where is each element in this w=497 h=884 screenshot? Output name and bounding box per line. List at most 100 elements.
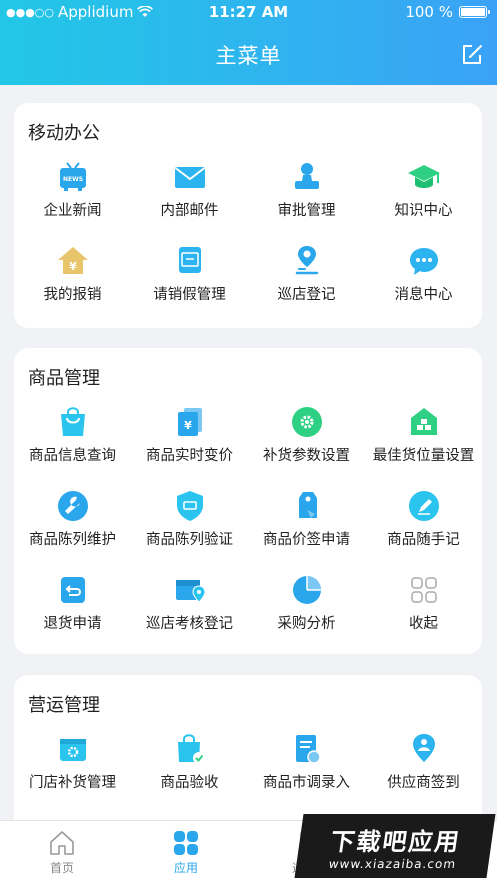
app-header: ●●●○○ Applidium 11:27 AM 100 % 主菜单 bbox=[0, 0, 497, 85]
app-label: 审批管理 bbox=[277, 203, 336, 219]
app-label: 巡店考核登记 bbox=[146, 616, 233, 632]
app-label: 采购分析 bbox=[277, 616, 336, 632]
app-collapse[interactable]: 收起 bbox=[365, 566, 482, 650]
section-operations-management: 营运管理 门店补货管理 商品验收 商品市调录入 供应商签到 bbox=[14, 675, 482, 835]
tab-apps[interactable]: 应用 bbox=[124, 821, 248, 876]
battery-icon bbox=[459, 6, 490, 18]
section-title: 商品管理 bbox=[28, 368, 100, 389]
app-store-patrol[interactable]: 巡店登记 bbox=[248, 237, 365, 321]
return-box-icon bbox=[60, 577, 85, 603]
watermark-sub: www.xiazaiba.com bbox=[327, 856, 458, 871]
app-display-verify[interactable]: 商品陈列验证 bbox=[131, 482, 248, 566]
app-restock-params[interactable]: 补货参数设置 bbox=[248, 398, 365, 482]
chat-bubble-icon bbox=[409, 248, 438, 275]
app-label: 消息中心 bbox=[394, 287, 453, 303]
app-label: 商品陈列验证 bbox=[146, 532, 233, 548]
section-title: 移动办公 bbox=[28, 123, 100, 144]
pie-chart-icon bbox=[292, 576, 321, 604]
app-approval[interactable]: 审批管理 bbox=[248, 153, 365, 237]
wrench-icon bbox=[57, 491, 88, 521]
news-tv-icon: NEWS bbox=[59, 162, 86, 191]
watermark-logo: 下载吧应用 www.xiazaiba.com bbox=[294, 814, 496, 878]
grid-collapse-icon bbox=[410, 577, 437, 603]
edit-icon[interactable] bbox=[461, 44, 483, 66]
mail-icon bbox=[174, 167, 205, 188]
app-display-maintenance[interactable]: 商品陈列维护 bbox=[14, 482, 131, 566]
app-price-tag-apply[interactable]: 商品价签申请 bbox=[248, 482, 365, 566]
app-market-survey[interactable]: 商品市调录入 bbox=[248, 725, 365, 809]
app-label: 商品验收 bbox=[160, 775, 219, 791]
app-supplier-checkin[interactable]: 供应商签到 bbox=[365, 725, 482, 809]
app-knowledge-center[interactable]: 知识中心 bbox=[365, 153, 482, 237]
app-label: 门店补货管理 bbox=[29, 775, 116, 791]
tab-home[interactable]: 首页 bbox=[0, 821, 124, 876]
app-label: 请销假管理 bbox=[153, 287, 226, 303]
app-leave-management[interactable]: 请销假管理 bbox=[131, 237, 248, 321]
shopping-bag-icon bbox=[60, 407, 85, 436]
app-label: 商品市调录入 bbox=[263, 775, 350, 791]
app-store-restock[interactable]: 门店补货管理 bbox=[14, 725, 131, 809]
leave-badge-icon bbox=[178, 247, 201, 273]
price-cards-icon: ¥ bbox=[177, 408, 202, 436]
watermark-main: 下载吧应用 bbox=[328, 827, 463, 856]
app-label: 收起 bbox=[409, 616, 438, 632]
gear-circle-icon bbox=[291, 407, 322, 437]
app-label: 知识中心 bbox=[394, 203, 453, 219]
app-grid: 门店补货管理 商品验收 商品市调录入 供应商签到 bbox=[14, 725, 482, 809]
app-goods-realtime-price[interactable]: ¥ 商品实时变价 bbox=[131, 398, 248, 482]
graduation-cap-icon bbox=[407, 165, 440, 188]
battery-percent: 100 % bbox=[405, 3, 453, 21]
app-label: 退货申请 bbox=[43, 616, 102, 632]
app-grid: 商品信息查询 ¥ 商品实时变价 补货参数设置 最佳货位量设置 商品陈列维护 商品… bbox=[14, 398, 482, 650]
app-label: 补货参数设置 bbox=[263, 448, 350, 464]
app-label: 商品价签申请 bbox=[263, 532, 350, 548]
warehouse-icon bbox=[410, 408, 437, 435]
app-return-apply[interactable]: 退货申请 bbox=[14, 566, 131, 650]
section-title: 营运管理 bbox=[28, 695, 100, 716]
app-label: 商品陈列维护 bbox=[29, 532, 116, 548]
svg-text:NEWS: NEWS bbox=[62, 176, 82, 183]
app-goods-acceptance[interactable]: 商品验收 bbox=[131, 725, 248, 809]
apps-icon bbox=[174, 831, 198, 855]
verify-shield-icon bbox=[176, 491, 203, 521]
app-message-center[interactable]: 消息中心 bbox=[365, 237, 482, 321]
battery-fill bbox=[461, 8, 485, 16]
app-best-location-qty[interactable]: 最佳货位量设置 bbox=[365, 398, 482, 482]
survey-doc-icon bbox=[295, 735, 321, 764]
supplier-pin-icon bbox=[412, 734, 435, 762]
app-label: 商品实时变价 bbox=[146, 448, 233, 464]
app-procurement-analysis[interactable]: 采购分析 bbox=[248, 566, 365, 650]
app-label: 我的报销 bbox=[43, 287, 102, 303]
app-my-reimbursement[interactable]: ¥ 我的报销 bbox=[14, 237, 131, 321]
app-store-assessment[interactable]: 巡店考核登记 bbox=[131, 566, 248, 650]
pen-note-icon bbox=[408, 491, 439, 521]
bag-check-icon bbox=[177, 734, 205, 764]
store-location-icon bbox=[175, 580, 206, 603]
app-label: 企业新闻 bbox=[43, 203, 102, 219]
app-label: 供应商签到 bbox=[387, 775, 460, 791]
svg-text:¥: ¥ bbox=[69, 260, 77, 273]
tab-label: 应用 bbox=[173, 861, 198, 875]
app-label: 最佳货位量设置 bbox=[372, 448, 475, 464]
status-bar: ●●●○○ Applidium 11:27 AM 100 % bbox=[0, 0, 497, 24]
app-enterprise-news[interactable]: NEWS 企业新闻 bbox=[14, 153, 131, 237]
home-icon bbox=[50, 831, 74, 855]
approval-stamp-icon bbox=[294, 163, 319, 189]
app-label: 商品信息查询 bbox=[29, 448, 116, 464]
page-title: 主菜单 bbox=[215, 44, 282, 68]
app-goods-info-query[interactable]: 商品信息查询 bbox=[14, 398, 131, 482]
section-mobile-office: 移动办公 NEWS 企业新闻 内部邮件 审批管理 知识中心 ¥ 我的报销 请销假… bbox=[14, 103, 482, 328]
reimbursement-house-yen-icon: ¥ bbox=[57, 247, 88, 274]
app-goods-notes[interactable]: 商品随手记 bbox=[365, 482, 482, 566]
restock-box-icon bbox=[59, 739, 86, 761]
location-pin-icon bbox=[295, 246, 318, 275]
svg-text:¥: ¥ bbox=[184, 419, 192, 432]
tab-label: 首页 bbox=[49, 861, 74, 875]
price-tag-icon bbox=[298, 492, 317, 518]
app-label: 巡店登记 bbox=[277, 287, 336, 303]
app-grid: NEWS 企业新闻 内部邮件 审批管理 知识中心 ¥ 我的报销 请销假管理 巡店… bbox=[14, 153, 482, 321]
app-label: 内部邮件 bbox=[160, 203, 219, 219]
app-label: 商品随手记 bbox=[387, 532, 460, 548]
app-internal-mail[interactable]: 内部邮件 bbox=[131, 153, 248, 237]
section-goods-management: 商品管理 商品信息查询 ¥ 商品实时变价 补货参数设置 最佳货位量设置 商品陈列… bbox=[14, 348, 482, 654]
